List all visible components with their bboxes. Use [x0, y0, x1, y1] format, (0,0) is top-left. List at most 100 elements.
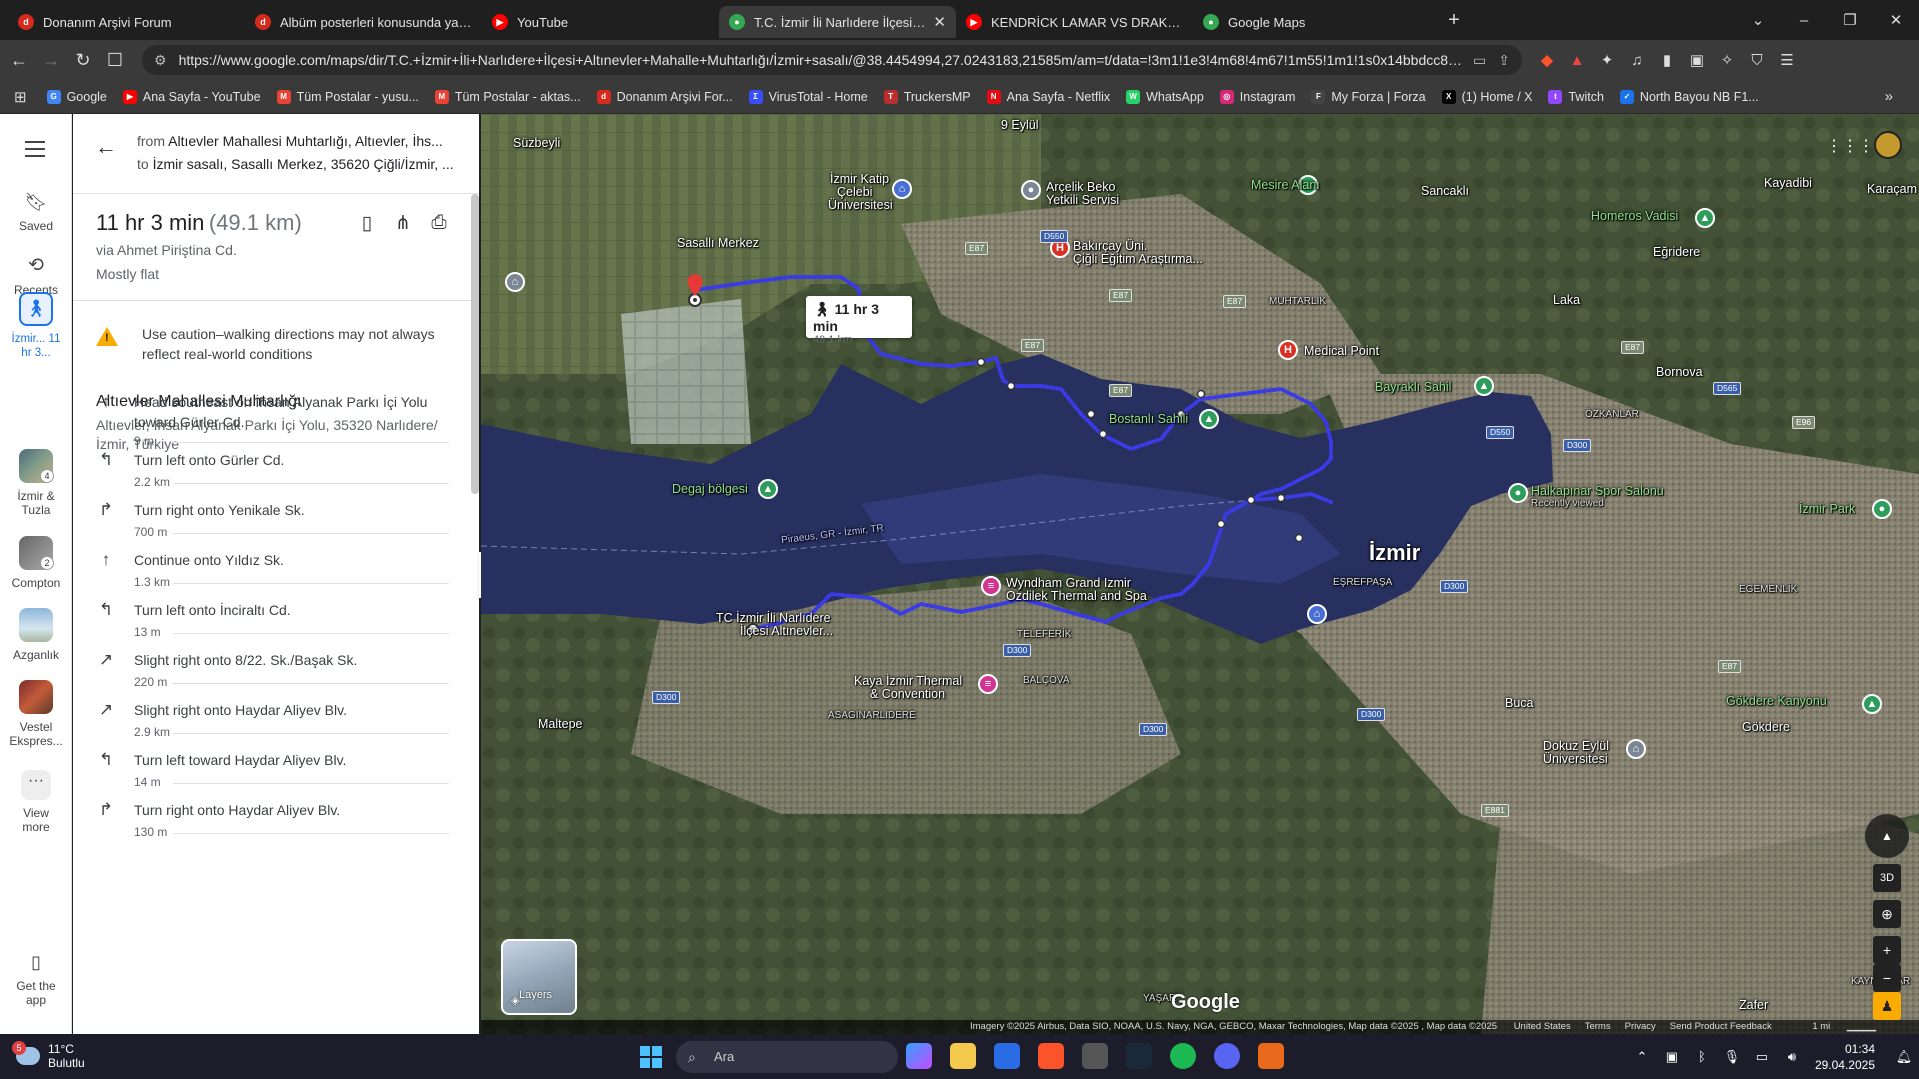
- map-label[interactable]: Kayadibi: [1764, 176, 1812, 190]
- map-label[interactable]: BALÇOVA: [1023, 674, 1070, 688]
- tab-3[interactable]: ● T.C. İzmir İli Narlıdere İlçesi Altı ✕: [719, 6, 956, 38]
- volume-icon[interactable]: 🔊︎: [1777, 1049, 1807, 1065]
- home-pin-icon[interactable]: ⌂: [1307, 604, 1327, 624]
- share-icon[interactable]: ⇪: [1498, 52, 1510, 69]
- map-label[interactable]: Süzbeyli: [513, 136, 560, 150]
- map-label[interactable]: Bostanlı Sahili: [1109, 412, 1188, 426]
- map-label[interactable]: Mesire Alanı: [1251, 178, 1320, 192]
- tab-search-icon[interactable]: ⌄: [1735, 11, 1781, 29]
- truck-game-icon[interactable]: [1082, 1043, 1108, 1069]
- map-label[interactable]: TC İzmir İli Narlıdere: [716, 611, 831, 625]
- steam-icon[interactable]: [1126, 1043, 1152, 1069]
- bookmark-item[interactable]: T TruckersMP: [883, 89, 971, 104]
- print-icon[interactable]: ⎙: [421, 212, 457, 235]
- rail-item-izmir-tuzla[interactable]: 4 İzmir & Tuzla: [0, 449, 72, 517]
- bookmark-item[interactable]: F My Forza | Forza: [1311, 89, 1426, 104]
- bookmark-item[interactable]: X (1) Home / X: [1441, 89, 1532, 104]
- tab-0[interactable]: d Donanım Arşivi Forum: [8, 6, 245, 38]
- map-canvas[interactable]: 🚶︎ 11 hr 3 min 49.1 km ⌂ ⌂ ● H H ▲ ▲ ▲ ▲…: [481, 114, 1919, 1034]
- menu-icon[interactable]: ☰: [1772, 51, 1802, 69]
- from-field[interactable]: from Altıevler Mahallesi Muhtarlığı, Alt…: [137, 133, 467, 149]
- notifications-icon[interactable]: 🔔︎: [1889, 1049, 1919, 1065]
- taskbar-search[interactable]: ⌕ Ara: [676, 1041, 898, 1073]
- park-pin-icon[interactable]: ●: [1872, 499, 1892, 519]
- zoom-in-button[interactable]: +: [1873, 936, 1901, 964]
- pegman-icon[interactable]: ♟: [1873, 992, 1901, 1020]
- park-pin-icon[interactable]: ▲: [1695, 208, 1715, 228]
- map-label[interactable]: Bayraklı Sahil: [1375, 380, 1451, 394]
- share-icon[interactable]: ⋔: [385, 212, 421, 235]
- map-label[interactable]: & Convention: [870, 687, 945, 701]
- bookmark-item[interactable]: G Google: [46, 89, 107, 104]
- close-tab-icon[interactable]: ✕: [933, 13, 946, 31]
- bookmark-item[interactable]: ▶ Ana Sayfa - YouTube: [122, 89, 261, 104]
- map-label[interactable]: Üniversitesi: [828, 198, 893, 212]
- university-pin-icon[interactable]: ⌂: [892, 179, 912, 199]
- rail-active-route[interactable]: 🚶︎ İzmir... 11 hr 3...: [0, 292, 72, 360]
- bookmark-icon[interactable]: ☐: [102, 50, 128, 71]
- medical-pin-icon[interactable]: H: [1278, 340, 1298, 360]
- map-label[interactable]: Medical Point: [1304, 344, 1379, 358]
- layers-button[interactable]: ◈ Layers: [501, 939, 577, 1015]
- minimize-button[interactable]: –: [1781, 12, 1827, 29]
- map-label[interactable]: Wyndham Grand Izmir: [1006, 576, 1131, 590]
- attribution-link[interactable]: Send Product Feedback: [1670, 1021, 1772, 1032]
- sidebar-icon[interactable]: ▮: [1652, 51, 1682, 69]
- route-info-card[interactable]: 🚶︎ 11 hr 3 min 49.1 km: [806, 296, 912, 346]
- university-pin-icon[interactable]: ⌂: [1626, 739, 1646, 759]
- park-pin-icon[interactable]: ▲: [1199, 409, 1219, 429]
- copilot-icon[interactable]: [906, 1043, 932, 1069]
- more-bookmarks-icon[interactable]: »: [1885, 88, 1893, 105]
- file-explorer-icon[interactable]: [950, 1043, 976, 1069]
- map-label[interactable]: EGEMENLİK: [1739, 583, 1797, 597]
- bookmark-item[interactable]: Σ VirusTotal - Home: [748, 89, 868, 104]
- map-label[interactable]: Homeros Vadisi: [1591, 209, 1678, 223]
- map-label[interactable]: Gökdere Kanyonu: [1726, 694, 1827, 708]
- map-label[interactable]: ÖZKANLAR: [1585, 408, 1639, 422]
- map-label[interactable]: Gökdere: [1742, 720, 1790, 734]
- fl-studio-icon[interactable]: [1258, 1043, 1284, 1069]
- bookmark-item[interactable]: t Twitch: [1548, 89, 1604, 104]
- tab-1[interactable]: d Albüm posterleri konusunda yardım: [245, 6, 482, 38]
- map-label[interactable]: Recently viewed: [1531, 497, 1604, 511]
- new-tab-button[interactable]: +: [1440, 9, 1468, 32]
- bookmark-item[interactable]: W WhatsApp: [1126, 89, 1204, 104]
- install-icon[interactable]: ▭: [1473, 52, 1486, 69]
- map-label[interactable]: Halkapınar Spor Salonu: [1531, 484, 1664, 498]
- bluetooth-icon[interactable]: ᛒ: [1687, 1049, 1717, 1064]
- leo-ai-icon[interactable]: ✧: [1712, 51, 1742, 69]
- map-label[interactable]: Üniversitesi: [1543, 752, 1608, 766]
- map-label[interactable]: İlçesi Altınevler...: [740, 624, 833, 638]
- museum-pin-icon[interactable]: ⌂: [505, 272, 525, 292]
- back-arrow-icon[interactable]: ←: [95, 134, 117, 160]
- hotel-pin-icon[interactable]: ≡: [981, 576, 1001, 596]
- brave-browser-icon[interactable]: [1038, 1043, 1064, 1069]
- site-info-icon[interactable]: ⚙: [154, 52, 167, 69]
- map-label[interactable]: İzmir Katip: [830, 172, 889, 186]
- rail-item-compton[interactable]: 2 Compton: [0, 536, 72, 590]
- store-icon[interactable]: [994, 1043, 1020, 1069]
- map-label[interactable]: Arçelik Beko: [1046, 180, 1115, 194]
- panel-scrollbar[interactable]: [471, 194, 479, 494]
- tab-4[interactable]: ▶ KENDRİCK LAMAR VS DRAKE | S: [956, 6, 1193, 38]
- park-pin-icon[interactable]: ▲: [758, 479, 778, 499]
- map-label[interactable]: Yetkili Servisi: [1046, 193, 1119, 207]
- map-label[interactable]: Buca: [1505, 696, 1534, 710]
- saved-button[interactable]: 🔖︎ Saved: [0, 192, 72, 233]
- weather-widget[interactable]: 5 11°C Bulutlu: [12, 1041, 85, 1070]
- get-app-button[interactable]: ▯ Get the app: [0, 952, 72, 1007]
- restore-button[interactable]: ❐: [1827, 11, 1873, 29]
- menu-icon[interactable]: [25, 141, 45, 162]
- attribution-link[interactable]: Terms: [1585, 1021, 1611, 1032]
- chevron-up-icon[interactable]: ⌃: [1627, 1049, 1657, 1065]
- sports-pin-icon[interactable]: ●: [1508, 483, 1528, 503]
- map-label[interactable]: EŞREFPAŞA: [1333, 576, 1392, 590]
- map-label[interactable]: Ozdilek Thermal and Spa: [1006, 589, 1147, 603]
- gpu-icon[interactable]: ▣: [1657, 1049, 1687, 1065]
- map-label[interactable]: Çelebi: [837, 185, 872, 199]
- compass-icon[interactable]: ▲: [1865, 814, 1909, 858]
- avatar[interactable]: [1874, 131, 1902, 159]
- map-label[interactable]: Eğridere: [1653, 245, 1700, 259]
- map-label[interactable]: MUHTARLIK: [1269, 295, 1326, 309]
- park-pin-icon[interactable]: ▲: [1474, 376, 1494, 396]
